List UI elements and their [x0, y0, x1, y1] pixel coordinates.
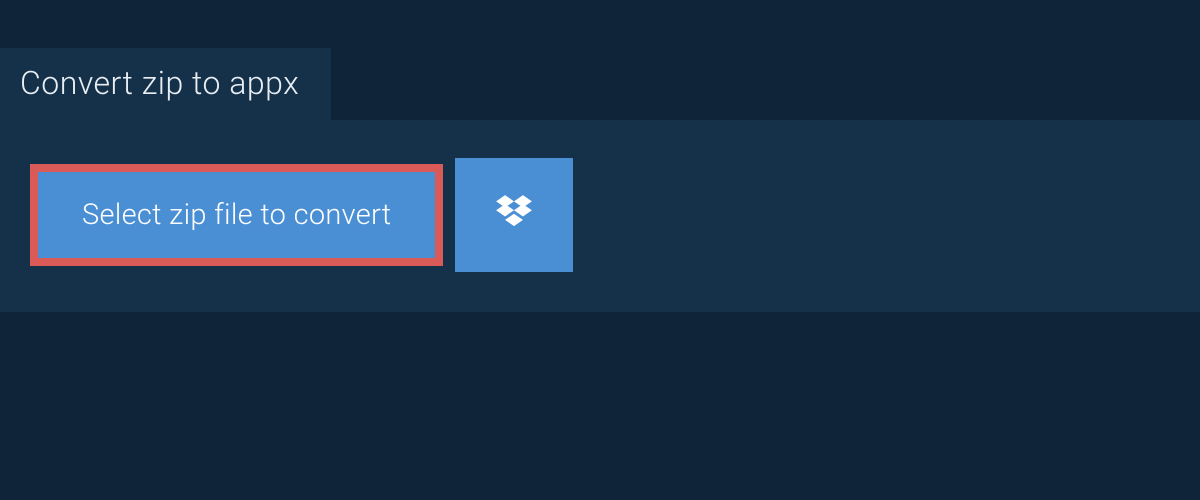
tab-bar: Convert zip to appx [0, 48, 1200, 120]
top-spacer [0, 0, 1200, 48]
select-file-button[interactable]: Select zip file to convert [30, 164, 443, 266]
dropbox-button[interactable] [455, 158, 573, 272]
select-file-button-label: Select zip file to convert [82, 198, 391, 232]
converter-panel: Select zip file to convert [0, 120, 1200, 312]
tab-convert[interactable]: Convert zip to appx [0, 48, 331, 120]
dropbox-icon [492, 191, 536, 239]
tab-label: Convert zip to appx [20, 64, 299, 102]
